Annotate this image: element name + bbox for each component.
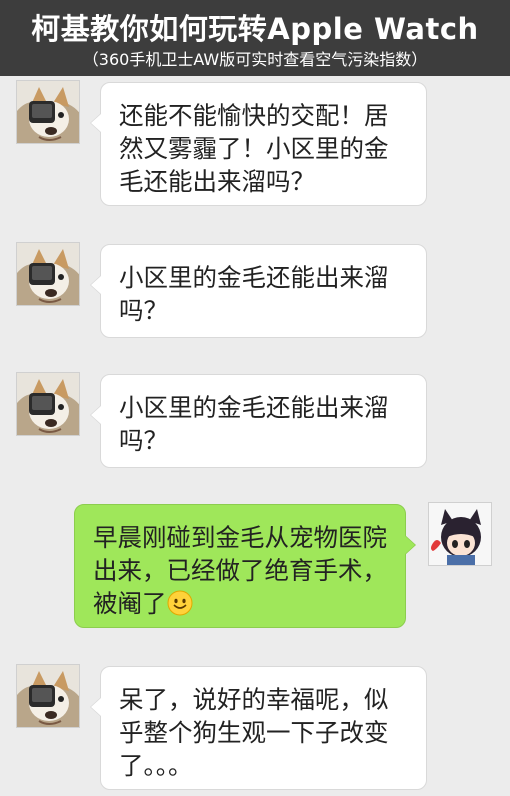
bubble-tail — [90, 275, 101, 295]
dog-avatar-icon[interactable] — [16, 80, 80, 144]
dog-avatar-icon[interactable] — [16, 664, 80, 728]
bubble-tail — [405, 535, 416, 555]
page-title: 柯基教你如何玩转Apple Watch — [31, 12, 479, 46]
message-bubble-2[interactable]: 小区里的金毛还能出来溜吗？ — [90, 244, 427, 338]
message-bubble-4[interactable]: 早晨刚碰到金毛从宠物医院出来，已经做了绝育手术，被阉了 — [74, 504, 416, 628]
message-bubble-1[interactable]: 还能不能愉快的交配！居然又雾霾了！小区里的金毛还能出来溜吗？ — [90, 82, 427, 206]
message-text-4: 早晨刚碰到金毛从宠物医院出来，已经做了绝育手术，被阉了 — [93, 523, 387, 618]
message-text-2: 小区里的金毛还能出来溜吗？ — [119, 263, 389, 325]
anime-cat-avatar-icon[interactable] — [428, 502, 492, 566]
page-subtitle: （360手机卫士AW版可实时查看空气污染指数） — [82, 50, 428, 69]
message-text-1: 还能不能愉快的交配！居然又雾霾了！小区里的金毛还能出来溜吗？ — [119, 101, 389, 196]
message-text-5: 呆了，说好的幸福呢，似乎整个狗生观一下子改变了。。。 — [119, 685, 389, 780]
dog-avatar-icon[interactable] — [16, 372, 80, 436]
header-bar: 柯基教你如何玩转Apple Watch （360手机卫士AW版可实时查看空气污染… — [0, 0, 510, 76]
smiley-emoji-icon — [167, 590, 192, 616]
dog-avatar-icon[interactable] — [16, 242, 80, 306]
bubble-tail — [90, 697, 101, 717]
message-bubble-3[interactable]: 小区里的金毛还能出来溜吗？ — [90, 374, 427, 468]
message-bubble-5[interactable]: 呆了，说好的幸福呢，似乎整个狗生观一下子改变了。。。 — [90, 666, 427, 790]
message-text-3: 小区里的金毛还能出来溜吗？ — [119, 393, 389, 455]
bubble-tail — [90, 113, 101, 133]
bubble-tail — [90, 405, 101, 425]
